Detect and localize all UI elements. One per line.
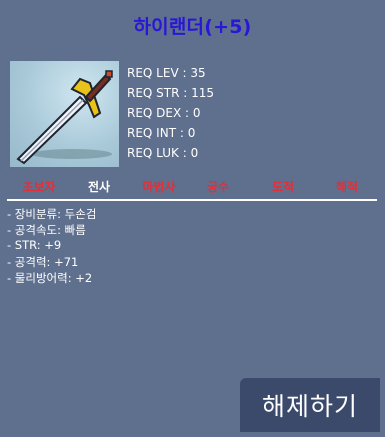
- stat-str: - STR: +9: [7, 238, 62, 252]
- two-handed-sword-icon: [16, 70, 113, 165]
- item-icon-frame: [10, 61, 119, 167]
- stat-attack: - 공격력: +71: [7, 255, 79, 269]
- item-name: 하이랜더(+5): [133, 16, 252, 38]
- job-bowman: 궁수: [206, 180, 230, 194]
- req-dex: REQ DEX : 0: [127, 106, 201, 120]
- section-divider: [7, 199, 377, 201]
- job-beginner: 초보자: [22, 180, 56, 194]
- stat-defense: - 물리방어력: +2: [7, 271, 93, 285]
- job-thief: 도적: [271, 180, 295, 194]
- stat-equipment-type: - 장비분류: 두손검: [7, 207, 97, 221]
- item-tooltip-panel: 하이랜더(+5) REQ LEV : 35 REQ STR : 115 REQ …: [0, 0, 385, 437]
- stat-attack-speed: - 공격속도: 빠름: [7, 223, 86, 237]
- job-magician: 마법사: [142, 180, 176, 194]
- req-str: REQ STR : 115: [127, 86, 215, 100]
- unseal-button[interactable]: 해제하기: [240, 378, 380, 432]
- job-warrior: 전사: [87, 180, 111, 194]
- job-pirate: 해적: [335, 180, 359, 194]
- req-level: REQ LEV : 35: [127, 66, 206, 80]
- req-int: REQ INT : 0: [127, 126, 196, 140]
- req-luk: REQ LUK : 0: [127, 146, 199, 160]
- job-requirements: 초보자 전사 마법사 궁수 도적 해적: [0, 178, 385, 194]
